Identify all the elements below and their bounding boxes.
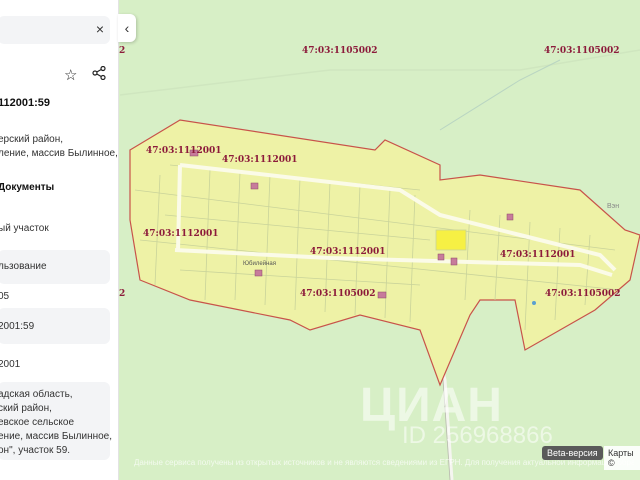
cadastral-number: 112001:59 bbox=[0, 97, 50, 109]
info-row: льзование bbox=[0, 250, 110, 284]
panel-actions: ☆ bbox=[64, 65, 110, 86]
documents-link[interactable]: Документы bbox=[0, 181, 54, 195]
cadastral-label: 47:03:1112001 bbox=[222, 155, 298, 165]
watermark-id: ID 256968866 bbox=[402, 422, 553, 449]
usage-value: льзование bbox=[0, 261, 47, 272]
address-card: адская область, ский район, евское сельс… bbox=[0, 382, 113, 460]
share-icon[interactable] bbox=[92, 65, 106, 84]
cadastral-label: 47:03:1112001 bbox=[500, 250, 576, 260]
address-line: ерский район, bbox=[0, 134, 64, 145]
place-label: Юбилейная bbox=[243, 261, 276, 267]
cadastral-label: 47:03:1105002 bbox=[544, 46, 620, 56]
full-address-line: он", участок 59. bbox=[0, 445, 71, 456]
cadastral-label: 47:03:1105002 bbox=[300, 289, 376, 299]
maps-credit[interactable]: Карты © bbox=[604, 446, 640, 470]
number-fragment: 05 bbox=[0, 291, 10, 302]
cadastral-label: 47:03:1112001 bbox=[143, 229, 219, 239]
edge-mark: 2 bbox=[119, 289, 126, 299]
quarter-number: 2001:59 bbox=[0, 321, 35, 332]
cadastral-label: 47:03:1112001 bbox=[146, 146, 222, 156]
cadastral-label: 47:03:1105002 bbox=[545, 289, 621, 299]
full-address-line: ский район, bbox=[0, 403, 52, 414]
cadastral-label: 47:03:1112001 bbox=[310, 247, 386, 257]
full-address-line: ение, массив Былинное, bbox=[0, 431, 113, 442]
star-icon[interactable]: ☆ bbox=[64, 66, 77, 84]
cadastral-label: 47:03:1105002 bbox=[302, 46, 378, 56]
beta-badge: Beta-версия bbox=[542, 446, 603, 460]
address-line: ление, массив Былинное, bbox=[0, 148, 118, 159]
land-type-value: ый участок bbox=[0, 223, 49, 234]
full-address-line: евское сельское bbox=[0, 417, 75, 428]
parcel-info-panel: × ☆ 112001:59 ерский район, ление, масси… bbox=[0, 0, 119, 480]
search-field[interactable]: × bbox=[0, 16, 110, 44]
chevron-left-icon: ‹ bbox=[124, 20, 130, 36]
full-address-line: адская область, bbox=[0, 389, 73, 400]
code-fragment: 2001 bbox=[0, 359, 21, 370]
close-icon[interactable]: × bbox=[96, 21, 104, 37]
info-row: 2001:59 bbox=[0, 308, 110, 344]
edge-mark: 2 bbox=[119, 46, 126, 56]
place-label: Вэн bbox=[607, 203, 620, 210]
collapse-panel-button[interactable]: ‹ bbox=[118, 14, 136, 42]
